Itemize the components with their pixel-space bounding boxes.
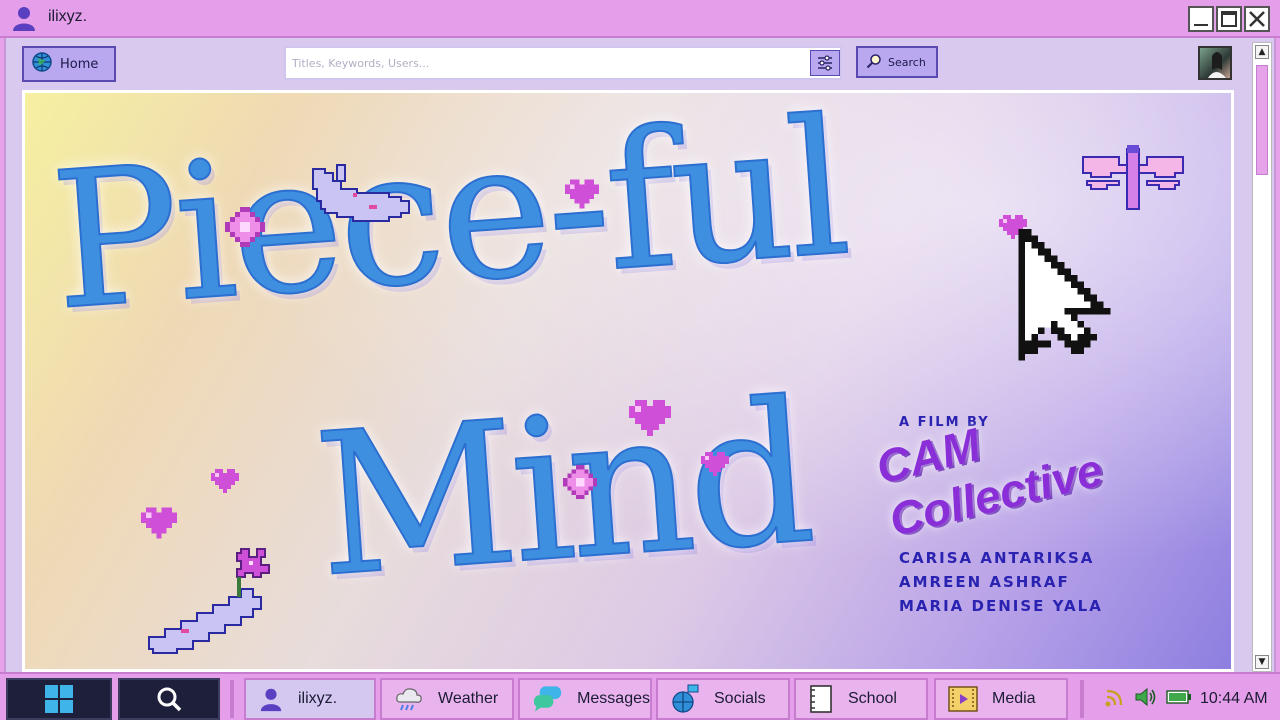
triangle-down-icon: ▼ [1258, 657, 1266, 667]
user-icon [10, 4, 38, 32]
window-body: Home Search ▲ [4, 38, 1276, 672]
film-title-line-2: Mind [308, 358, 816, 622]
user-icon [260, 688, 282, 712]
maximize-icon [1221, 11, 1237, 27]
search-input[interactable] [292, 52, 802, 74]
chat-bubbles-icon [533, 686, 562, 712]
taskbar-separator [1080, 680, 1084, 718]
globe-network-icon [672, 684, 699, 713]
scroll-down-button[interactable]: ▼ [1255, 655, 1269, 669]
rss-icon[interactable] [1104, 686, 1126, 713]
cloud-rain-icon [396, 688, 422, 711]
system-tray: 10:44 AM [1096, 678, 1276, 720]
close-button[interactable] [1244, 6, 1270, 32]
window-title: ilixyz. [48, 8, 88, 25]
windows-logo-icon [45, 685, 73, 713]
taskbar-separator [230, 680, 234, 718]
taskbar-item-label: Socials [714, 690, 766, 707]
taskbar-item-school[interactable]: School [794, 678, 928, 720]
credit-name: MARIA DENISE YALA [899, 597, 1103, 615]
film-banner: Piece-ful Mind A FILM BY CAM Collective … [22, 90, 1234, 672]
minimize-button[interactable] [1188, 6, 1214, 32]
pixel-heart-icon [211, 469, 239, 493]
start-button[interactable] [6, 678, 112, 720]
pixel-gem-icon [563, 465, 597, 499]
search-button[interactable]: Search [856, 46, 938, 78]
pixel-dragonfly-icon [1082, 145, 1184, 210]
taskbar-item-media[interactable]: Media [934, 678, 1068, 720]
pixel-hand-flower-icon [147, 548, 270, 655]
taskbar-item-label: Messages [577, 690, 650, 707]
search-box [284, 46, 842, 80]
sliders-icon [818, 55, 832, 71]
close-icon [1249, 11, 1265, 27]
notebook-icon [810, 685, 832, 713]
pixel-cursor-icon [1018, 229, 1111, 361]
taskbar-item-label: ilixyz. [298, 690, 338, 707]
pixel-heart-icon [701, 452, 729, 476]
taskbar-search-button[interactable] [118, 678, 220, 720]
film-play-icon [948, 686, 978, 712]
maximize-button[interactable] [1216, 6, 1242, 32]
taskbar-item-label: Media [992, 690, 1036, 707]
taskbar-item-ilixyz[interactable]: ilixyz. [244, 678, 376, 720]
taskbar-item-label: School [848, 690, 897, 707]
home-button-label: Home [60, 56, 99, 72]
vertical-scrollbar[interactable]: ▲ ▼ [1252, 42, 1272, 672]
pixel-gem-icon [225, 207, 265, 247]
taskbar-item-socials[interactable]: Socials [656, 678, 790, 720]
credit-name: CARISA ANTARIKSA [899, 549, 1095, 567]
minimize-icon [1194, 24, 1208, 26]
volume-icon[interactable] [1134, 686, 1158, 713]
clock[interactable]: 10:44 AM [1200, 690, 1268, 708]
battery-icon[interactable] [1166, 689, 1192, 710]
taskbar-item-weather[interactable]: Weather [380, 678, 514, 720]
globe-icon [32, 52, 52, 76]
taskbar-item-label: Weather [438, 690, 499, 707]
taskbar-item-messages[interactable]: Messages [518, 678, 652, 720]
person-photo-icon [1208, 52, 1226, 78]
search-icon [157, 687, 182, 712]
scroll-up-button[interactable]: ▲ [1255, 45, 1269, 59]
triangle-up-icon: ▲ [1258, 47, 1266, 57]
taskbar: ilixyz. Weather Messages Socials School [0, 672, 1280, 720]
window-titlebar: ilixyz. [0, 0, 1280, 38]
pixel-heart-icon [629, 400, 671, 436]
filter-button[interactable] [810, 50, 840, 76]
home-button[interactable]: Home [22, 46, 116, 82]
profile-avatar[interactable] [1198, 46, 1232, 80]
magnifier-icon [866, 53, 882, 72]
scroll-thumb[interactable] [1256, 65, 1268, 175]
pixel-heart-icon [565, 179, 599, 209]
credit-name: AMREEN ASHRAF [899, 573, 1070, 591]
pixel-hand-icon [311, 164, 411, 223]
search-button-label: Search [888, 55, 926, 69]
